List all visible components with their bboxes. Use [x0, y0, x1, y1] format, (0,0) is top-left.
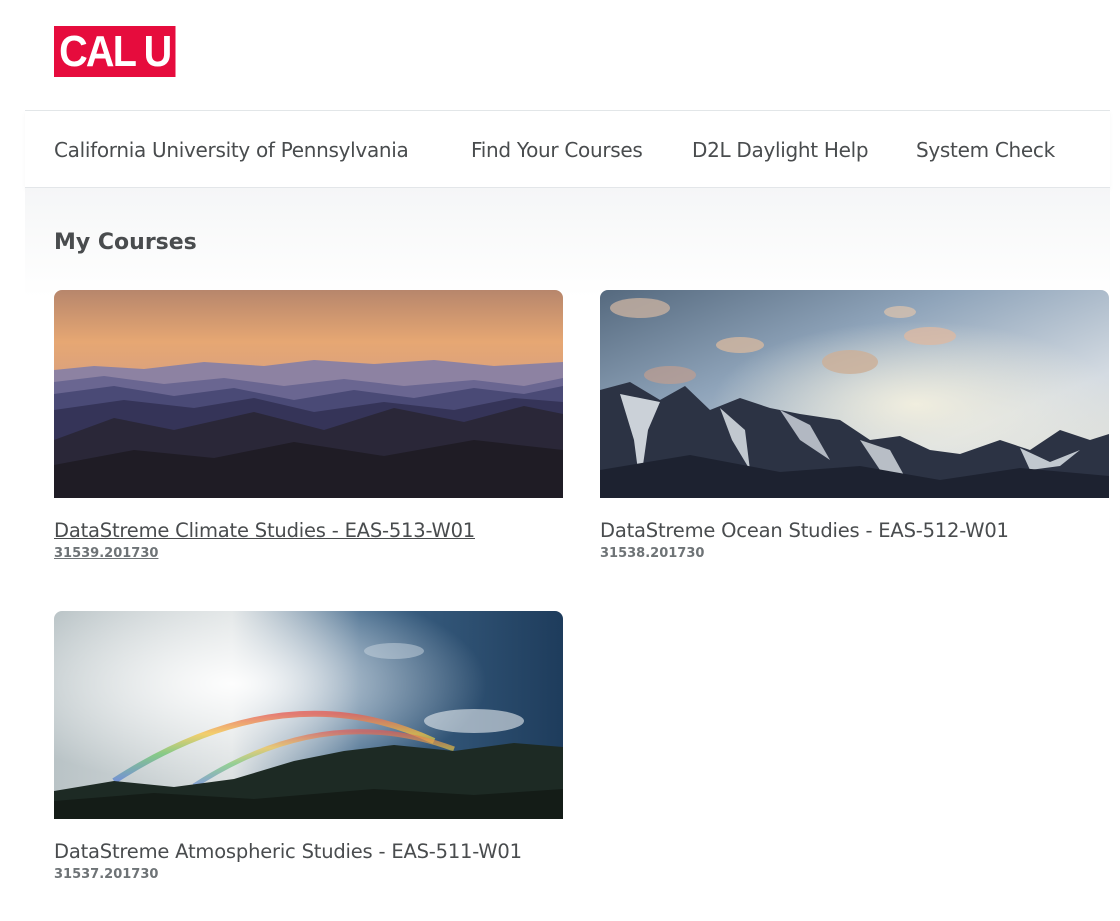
- nav-link-find-your-courses[interactable]: Find Your Courses: [471, 138, 643, 162]
- course-card-atmospheric[interactable]: DataStreme Atmospheric Studies - EAS-511…: [54, 611, 563, 882]
- rainbow-storm-image: [54, 611, 563, 819]
- course-link-atmospheric[interactable]: DataStreme Atmospheric Studies - EAS-511…: [54, 835, 554, 869]
- nav-link-system-check[interactable]: System Check: [916, 138, 1055, 162]
- course-link-ocean[interactable]: DataStreme Ocean Studies - EAS-512-W01: [600, 514, 1109, 548]
- mountain-sunset-image: [54, 290, 563, 498]
- course-link-climate[interactable]: DataStreme Climate Studies - EAS-513-W01: [54, 514, 563, 548]
- course-code-atmospheric[interactable]: 31537.201730: [54, 867, 563, 882]
- section-title: My Courses: [54, 230, 197, 255]
- snowy-mountains-image: [600, 290, 1109, 498]
- nav-link-california-university[interactable]: California University of Pennsylvania: [54, 138, 409, 162]
- course-code-ocean[interactable]: 31538.201730: [600, 546, 1109, 561]
- course-image-atmospheric[interactable]: [54, 611, 563, 819]
- course-code-climate[interactable]: 31539.201730: [54, 546, 563, 561]
- site-header: CAL U: [25, 0, 1110, 111]
- nav-link-daylight-help[interactable]: D2L Daylight Help: [692, 138, 869, 162]
- course-image-ocean[interactable]: [600, 290, 1109, 498]
- main-navbar: California University of Pennsylvania Fi…: [25, 111, 1110, 188]
- course-card-ocean[interactable]: DataStreme Ocean Studies - EAS-512-W01 3…: [600, 290, 1109, 561]
- course-image-climate[interactable]: [54, 290, 563, 498]
- my-courses-widget: My Courses DataStreme Climate Studies - …: [25, 188, 1110, 921]
- calu-logo[interactable]: CAL U: [54, 26, 176, 77]
- course-card-climate[interactable]: DataStreme Climate Studies - EAS-513-W01…: [54, 290, 563, 561]
